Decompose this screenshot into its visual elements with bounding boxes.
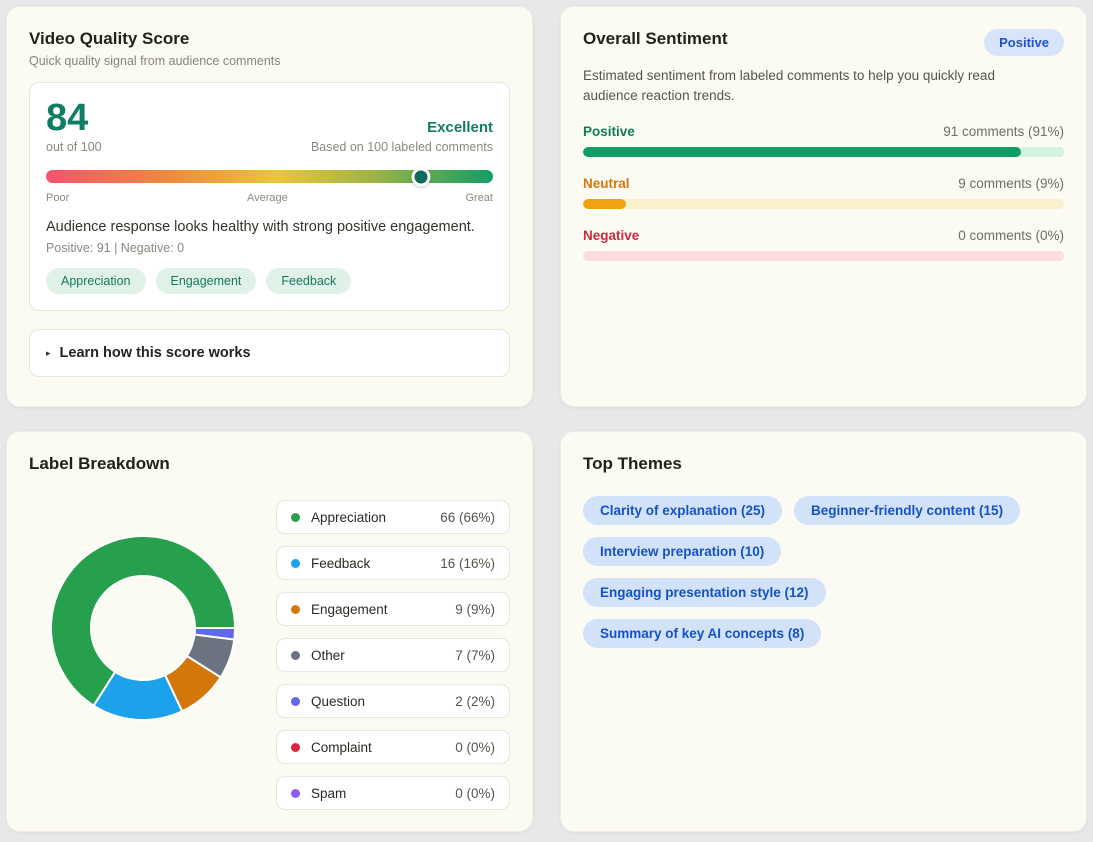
theme-pill[interactable]: Beginner-friendly content (15)	[794, 496, 1020, 525]
gauge-label-poor: Poor	[46, 192, 69, 204]
legend-row[interactable]: Other 7 (7%)	[276, 638, 510, 672]
legend-value: 7 (7%)	[455, 648, 495, 663]
legend-label: Feedback	[311, 556, 370, 571]
sentiment-row: Negative 0 comments (0%)	[583, 228, 1064, 261]
sentiment-bar-track	[583, 199, 1064, 209]
sentiment-label: Positive	[583, 124, 635, 139]
legend-color-dot-icon	[291, 789, 300, 798]
score-denominator: out of 100	[46, 140, 102, 154]
learn-how-score-works-expander[interactable]: ▸ Learn how this score works	[29, 329, 510, 377]
sentiment-bar-fill	[583, 147, 1021, 157]
sentiment-bar-track	[583, 147, 1064, 157]
score-counts-line: Positive: 91 | Negative: 0	[46, 241, 493, 255]
sentiment-value: 9 comments (9%)	[958, 176, 1064, 191]
theme-pill[interactable]: Clarity of explanation (25)	[583, 496, 782, 525]
sentiment-bar-fill	[583, 199, 626, 209]
expander-arrow-icon: ▸	[46, 348, 51, 359]
score-rating-block: Excellent Based on 100 labeled comments	[311, 119, 493, 154]
score-rating: Excellent	[311, 119, 493, 136]
legend-value: 2 (2%)	[455, 694, 495, 709]
legend-row[interactable]: Appreciation 66 (66%)	[276, 500, 510, 534]
legend-color-dot-icon	[291, 559, 300, 568]
sentiment-value: 0 comments (0%)	[958, 228, 1064, 243]
expander-label: Learn how this score works	[60, 345, 251, 361]
label-legend-list: Appreciation 66 (66%) Feedback 16 (16%) …	[276, 500, 510, 810]
legend-color-dot-icon	[291, 513, 300, 522]
sentiment-row: Positive 91 comments (91%)	[583, 124, 1064, 157]
score-tag-pill: Engagement	[156, 268, 257, 294]
legend-row[interactable]: Feedback 16 (16%)	[276, 546, 510, 580]
theme-pill[interactable]: Summary of key AI concepts (8)	[583, 619, 821, 648]
legend-value: 0 (0%)	[455, 740, 495, 755]
sentiment-bar-track	[583, 251, 1064, 261]
gauge-label-average: Average	[247, 192, 288, 204]
legend-value: 66 (66%)	[440, 510, 495, 525]
legend-label: Question	[311, 694, 365, 709]
theme-pill[interactable]: Interview preparation (10)	[583, 537, 781, 566]
score-tag-pill: Appreciation	[46, 268, 146, 294]
score-summary: Audience response looks healthy with str…	[46, 219, 493, 235]
dashboard: Video Quality Score Quick quality signal…	[0, 0, 1093, 842]
sentiment-label: Negative	[583, 228, 639, 243]
gauge-label-great: Great	[465, 192, 493, 204]
legend-color-dot-icon	[291, 743, 300, 752]
theme-pill[interactable]: Engaging presentation style (12)	[583, 578, 826, 607]
score-basis: Based on 100 labeled comments	[311, 140, 493, 154]
sentiment-bar-list: Positive 91 comments (91%) Neutral 9 com…	[583, 124, 1064, 261]
label-breakdown-card: Label Breakdown Appreciation 66 (66%) Fe…	[6, 431, 533, 832]
theme-pill-list: Clarity of explanation (25) Beginner-frie…	[583, 496, 1033, 648]
legend-row[interactable]: Spam 0 (0%)	[276, 776, 510, 810]
label-donut-chart	[29, 474, 276, 810]
video-quality-score-card: Video Quality Score Quick quality signal…	[6, 6, 533, 407]
legend-row[interactable]: Complaint 0 (0%)	[276, 730, 510, 764]
legend-row[interactable]: Question 2 (2%)	[276, 684, 510, 718]
legend-color-dot-icon	[291, 605, 300, 614]
sentiment-description: Estimated sentiment from labeled comment…	[583, 66, 1053, 107]
score-tag-row: Appreciation Engagement Feedback	[46, 268, 493, 294]
card-subtitle: Quick quality signal from audience comme…	[29, 54, 510, 68]
legend-label: Appreciation	[311, 510, 386, 525]
score-gauge-knob[interactable]	[412, 167, 431, 186]
legend-color-dot-icon	[291, 697, 300, 706]
legend-label: Complaint	[311, 740, 372, 755]
top-themes-card: Top Themes Clarity of explanation (25) Be…	[560, 431, 1087, 832]
card-title: Video Quality Score	[29, 29, 510, 49]
sentiment-value: 91 comments (91%)	[943, 124, 1064, 139]
overall-sentiment-card: Overall Sentiment Positive Estimated sen…	[560, 6, 1087, 407]
card-title: Label Breakdown	[29, 454, 510, 474]
score-tag-pill: Feedback	[266, 268, 351, 294]
score-panel: 84 out of 100 Excellent Based on 100 lab…	[29, 82, 510, 311]
legend-label: Engagement	[311, 602, 388, 617]
legend-label: Other	[311, 648, 345, 663]
legend-value: 9 (9%)	[455, 602, 495, 617]
legend-value: 16 (16%)	[440, 556, 495, 571]
sentiment-status-badge: Positive	[984, 29, 1064, 56]
donut-chart-svg	[49, 534, 237, 722]
score-block: 84 out of 100	[46, 99, 102, 154]
score-number: 84	[46, 99, 102, 137]
card-title: Overall Sentiment	[583, 29, 728, 49]
legend-label: Spam	[311, 786, 346, 801]
legend-color-dot-icon	[291, 651, 300, 660]
legend-value: 0 (0%)	[455, 786, 495, 801]
card-title: Top Themes	[583, 454, 1064, 474]
legend-row[interactable]: Engagement 9 (9%)	[276, 592, 510, 626]
sentiment-label: Neutral	[583, 176, 630, 191]
sentiment-row: Neutral 9 comments (9%)	[583, 176, 1064, 209]
score-gauge-track	[46, 170, 493, 183]
